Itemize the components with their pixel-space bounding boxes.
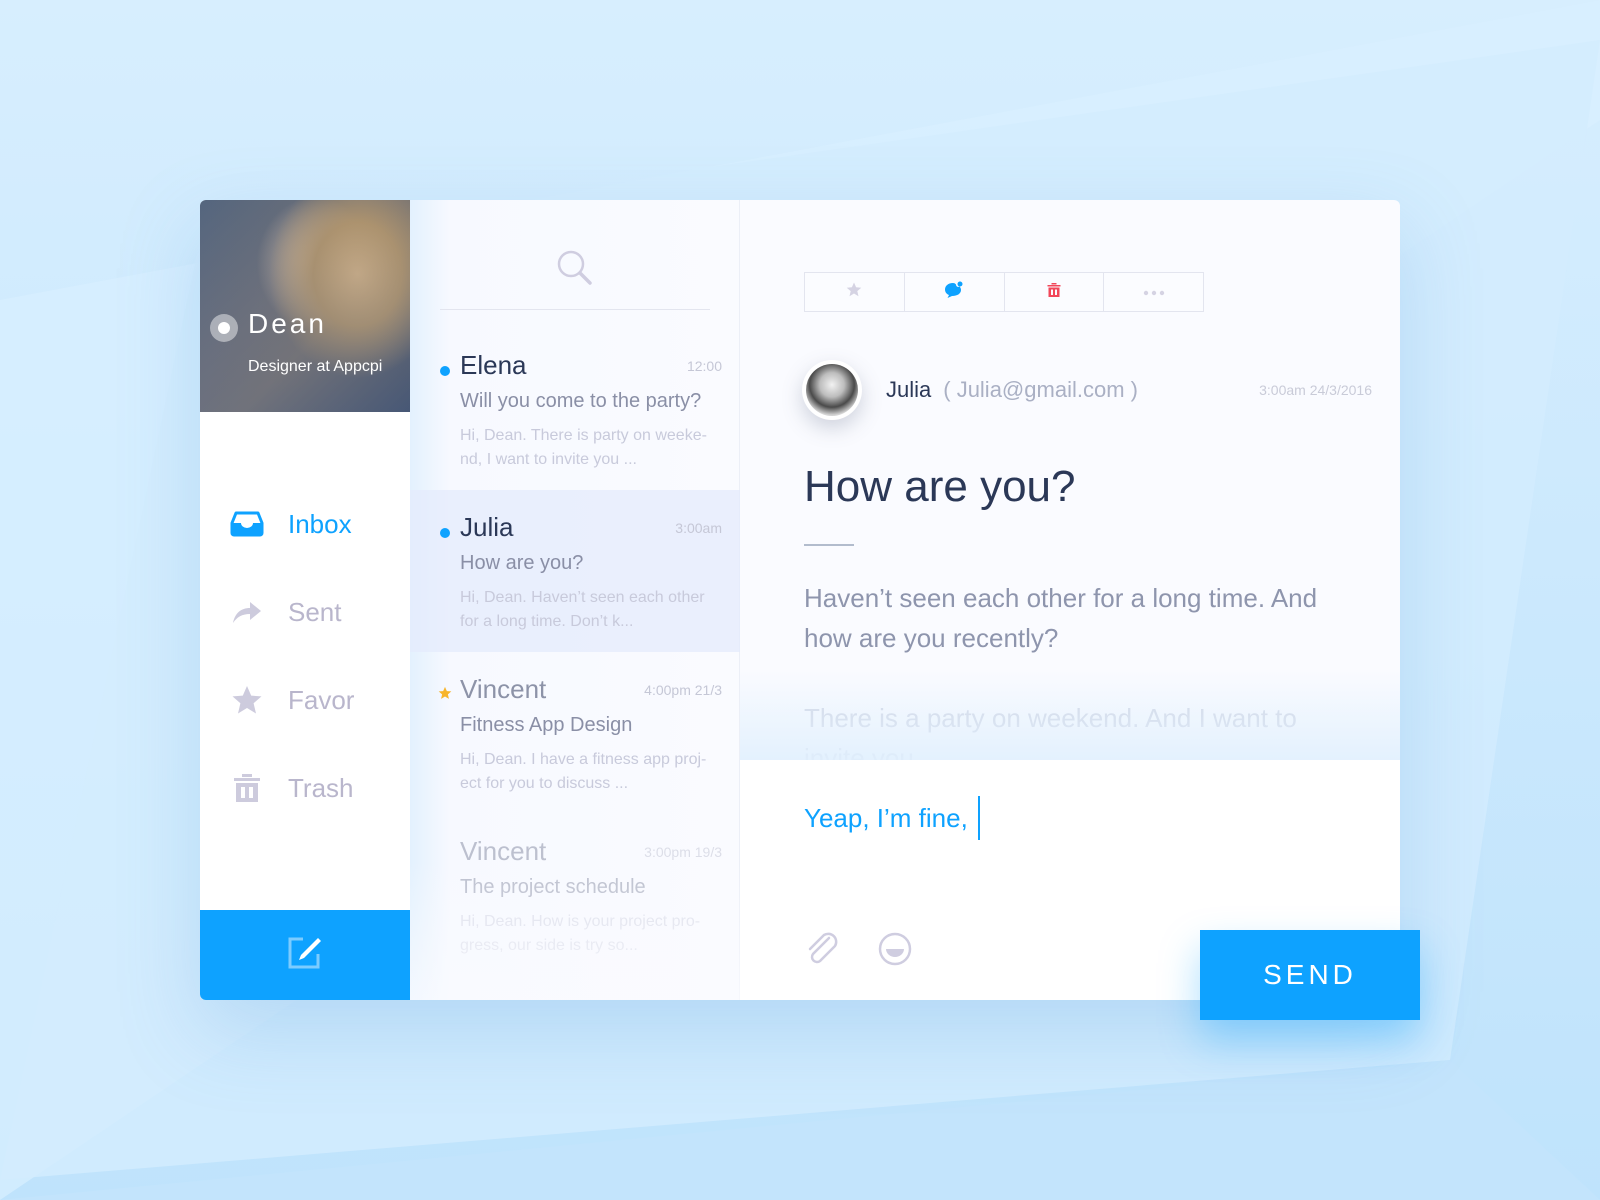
reply-button[interactable]: [905, 273, 1005, 311]
sent-arrow-icon: [230, 595, 264, 629]
compose-button[interactable]: [200, 910, 410, 1000]
message-toolbar: [804, 272, 1204, 312]
profile-role: Designer at Appcpi: [248, 358, 383, 375]
message-preview: Hi, Dean. I have a fitness app proj-ect …: [460, 751, 707, 792]
email-header: Julia ( Julia@gmail.com ) 3:00am 24/3/20…: [802, 360, 1372, 420]
email-body-paragraph: Haven’t seen each other for a long time.…: [804, 583, 1318, 653]
more-dots-icon: [1143, 283, 1165, 301]
reply-input[interactable]: Yeap, I’m fine,: [804, 796, 980, 840]
message-time: 3:00am: [675, 520, 722, 536]
reading-pane: Julia ( Julia@gmail.com ) 3:00am 24/3/20…: [740, 200, 1400, 1000]
more-button[interactable]: [1104, 273, 1203, 311]
chat-bubble-icon: [944, 281, 964, 304]
message-subject: The project schedule: [460, 876, 646, 898]
star-icon: [438, 686, 452, 705]
unread-dot-icon: [440, 528, 450, 538]
sender-avatar[interactable]: [802, 360, 862, 420]
send-button[interactable]: SEND: [1200, 930, 1420, 1020]
sidebar-item-sent[interactable]: Sent: [200, 568, 410, 656]
emoji-button[interactable]: [878, 932, 912, 966]
sender-email: ( Julia@gmail.com ): [943, 377, 1138, 402]
sidebar-nav: Inbox Sent Favor Trash: [200, 480, 410, 832]
message-subject: Fitness App Design: [460, 714, 633, 736]
email-subject: How are you?: [804, 462, 1076, 511]
text-cursor: [977, 796, 980, 840]
search-icon: [557, 250, 593, 291]
message-subject: How are you?: [460, 552, 584, 574]
reply-tools: [804, 932, 912, 966]
message-item[interactable]: Vincent 3:00pm 19/3 The project schedule…: [410, 814, 740, 976]
message-sender: Elena: [460, 350, 527, 380]
sidebar-item-label: Inbox: [288, 508, 352, 539]
message-item-selected[interactable]: Julia 3:00am How are you? Hi, Dean. Have…: [410, 490, 740, 652]
online-status-icon: [210, 314, 238, 342]
sidebar-item-label: Sent: [288, 596, 342, 627]
star-icon: [846, 282, 862, 302]
message-item[interactable]: Vincent 4:00pm 21/3 Fitness App Design H…: [410, 652, 740, 814]
unread-dot-icon: [440, 366, 450, 376]
search-input[interactable]: [440, 250, 710, 310]
mail-window: Dean Designer at Appcpi Inbox Sent Favor…: [200, 200, 1400, 1000]
message-list: Elena 12:00 Will you come to the party? …: [410, 200, 740, 1000]
paperclip-icon: [808, 932, 838, 964]
sidebar: Dean Designer at Appcpi Inbox Sent Favor…: [200, 200, 410, 1000]
sender-name: Julia: [886, 377, 932, 402]
sidebar-item-inbox[interactable]: Inbox: [200, 480, 410, 568]
sidebar-item-favor[interactable]: Favor: [200, 656, 410, 744]
reply-text: Yeap, I’m fine,: [804, 802, 968, 833]
delete-button[interactable]: [1005, 273, 1105, 311]
sidebar-item-label: Trash: [288, 772, 354, 803]
trash-icon: [1047, 282, 1061, 303]
message-time: 4:00pm 21/3: [644, 682, 722, 698]
star-icon: [230, 683, 264, 717]
profile-name: Dean: [248, 308, 327, 339]
email-date: 3:00am 24/3/2016: [1259, 382, 1372, 398]
favorite-button[interactable]: [805, 273, 905, 311]
trash-icon: [230, 771, 264, 805]
attach-button[interactable]: [804, 932, 842, 966]
message-preview: Hi, Dean. There is party on weeke-nd, I …: [460, 427, 707, 468]
profile-header[interactable]: Dean Designer at Appcpi: [200, 200, 410, 412]
sidebar-item-label: Favor: [288, 684, 355, 715]
message-time: 12:00: [686, 358, 722, 374]
message-time: 3:00pm 19/3: [644, 844, 722, 860]
message-subject: Will you come to the party?: [460, 390, 702, 412]
compose-edit-icon: [287, 936, 323, 975]
subject-divider: [804, 544, 854, 546]
message-preview: Hi, Dean. Haven’t seen each other for a …: [460, 589, 705, 630]
message-preview: Hi, Dean. How is your project pro-gress,…: [460, 913, 701, 954]
sidebar-item-trash[interactable]: Trash: [200, 744, 410, 832]
emoji-icon: [878, 932, 912, 966]
inbox-icon: [230, 507, 264, 541]
message-item[interactable]: Elena 12:00 Will you come to the party? …: [410, 328, 740, 490]
